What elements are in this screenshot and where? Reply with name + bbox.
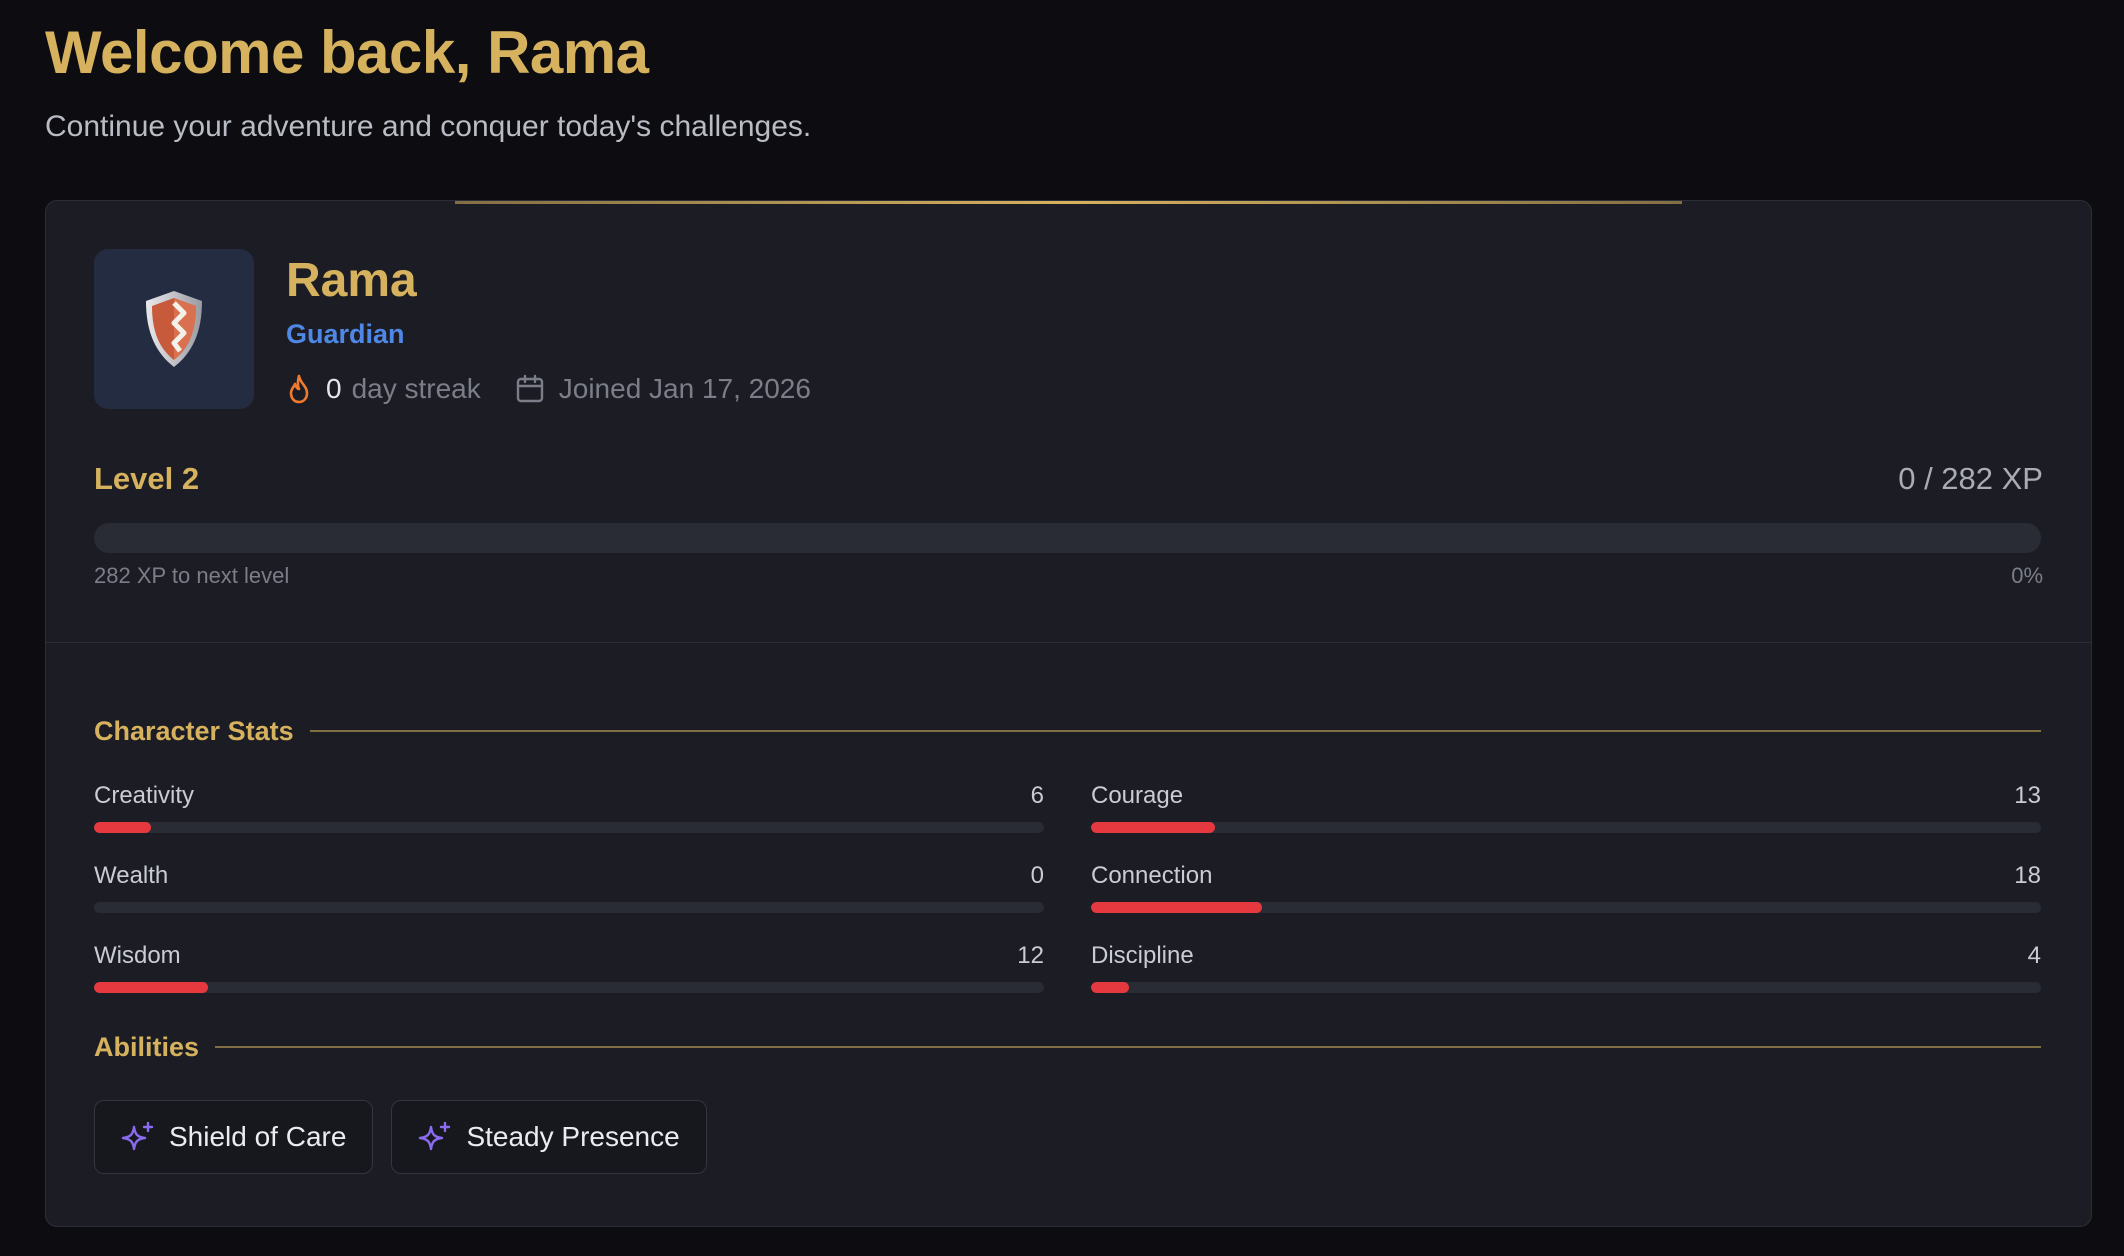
- xp-total: 0 / 282 XP: [1898, 461, 2043, 496]
- stat-bar-fill: [1091, 982, 1129, 993]
- sparkles-icon: [419, 1121, 451, 1151]
- stat-courage: Courage 13: [1091, 782, 2041, 842]
- stat-bar-fill: [94, 982, 208, 993]
- streak-count: 0: [326, 373, 342, 404]
- xp-to-next-level: 282 XP to next level: [94, 563, 290, 588]
- abilities-heading: Abilities: [94, 1031, 200, 1062]
- xp-percent: 0%: [2011, 563, 2043, 588]
- heading-rule: [309, 730, 2041, 732]
- character-stats-heading: Character Stats: [94, 715, 294, 746]
- stat-name: Courage: [1091, 782, 1184, 809]
- abilities-list: Shield of Care Steady Presence: [94, 1100, 707, 1174]
- stat-bar: [94, 902, 1044, 913]
- stat-wisdom: Wisdom 12: [94, 942, 1044, 1002]
- welcome-title: Welcome back, Rama: [45, 19, 649, 86]
- stat-value: 12: [1017, 942, 1044, 969]
- stat-bar: [1091, 822, 2041, 833]
- stat-bar: [94, 982, 1044, 993]
- shield-icon: [146, 291, 202, 367]
- stat-bar-fill: [1091, 902, 1262, 913]
- stat-connection: Connection 18: [1091, 862, 2041, 922]
- stat-bar: [94, 822, 1044, 833]
- ability-label: Shield of Care: [169, 1121, 347, 1152]
- stat-value: 0: [1030, 862, 1044, 889]
- flame-icon: [289, 374, 309, 404]
- level-label: Level 2: [94, 461, 200, 496]
- character-name: Rama: [286, 254, 417, 307]
- character-card: Rama Guardian 0 day streak Joined Jan 17…: [45, 200, 2092, 1227]
- stat-bar: [1091, 982, 2041, 993]
- stat-bar-fill: [1091, 822, 1215, 833]
- character-avatar: [94, 249, 254, 409]
- stat-value: 18: [2014, 862, 2041, 889]
- sparkles-icon: [121, 1121, 154, 1151]
- stat-value: 6: [1030, 782, 1044, 809]
- stat-name: Discipline: [1091, 942, 1194, 969]
- joined-date: Joined Jan 17, 2026: [558, 373, 811, 404]
- stat-name: Wealth: [94, 862, 169, 889]
- stat-name: Connection: [1091, 862, 1213, 889]
- stat-name: Creativity: [94, 782, 195, 809]
- stat-bar-fill: [94, 822, 151, 833]
- calendar-icon: [515, 374, 545, 404]
- profile-meta: 0 day streak Joined Jan 17, 2026: [286, 369, 811, 409]
- heading-rule: [215, 1046, 2041, 1048]
- streak-label: day streak: [351, 373, 481, 404]
- character-stats-header: Character Stats: [94, 711, 2041, 751]
- stat-bar: [1091, 902, 2041, 913]
- stat-discipline: Discipline 4: [1091, 942, 2041, 1002]
- stat-wealth: Wealth 0: [94, 862, 1044, 922]
- ability-steady-presence[interactable]: Steady Presence: [391, 1100, 707, 1174]
- welcome-subtitle: Continue your adventure and conquer toda…: [45, 110, 812, 143]
- abilities-header: Abilities: [94, 1027, 2041, 1067]
- xp-progress-bar: [94, 523, 2041, 553]
- stat-value: 4: [2027, 942, 2041, 969]
- character-class: Guardian: [286, 319, 405, 349]
- section-divider: [46, 642, 2091, 643]
- card-accent-line: [455, 201, 1682, 204]
- stat-name: Wisdom: [94, 942, 181, 969]
- ability-label: Steady Presence: [466, 1121, 680, 1152]
- stat-value: 13: [2014, 782, 2041, 809]
- stat-creativity: Creativity 6: [94, 782, 1044, 842]
- ability-shield-of-care[interactable]: Shield of Care: [94, 1100, 374, 1174]
